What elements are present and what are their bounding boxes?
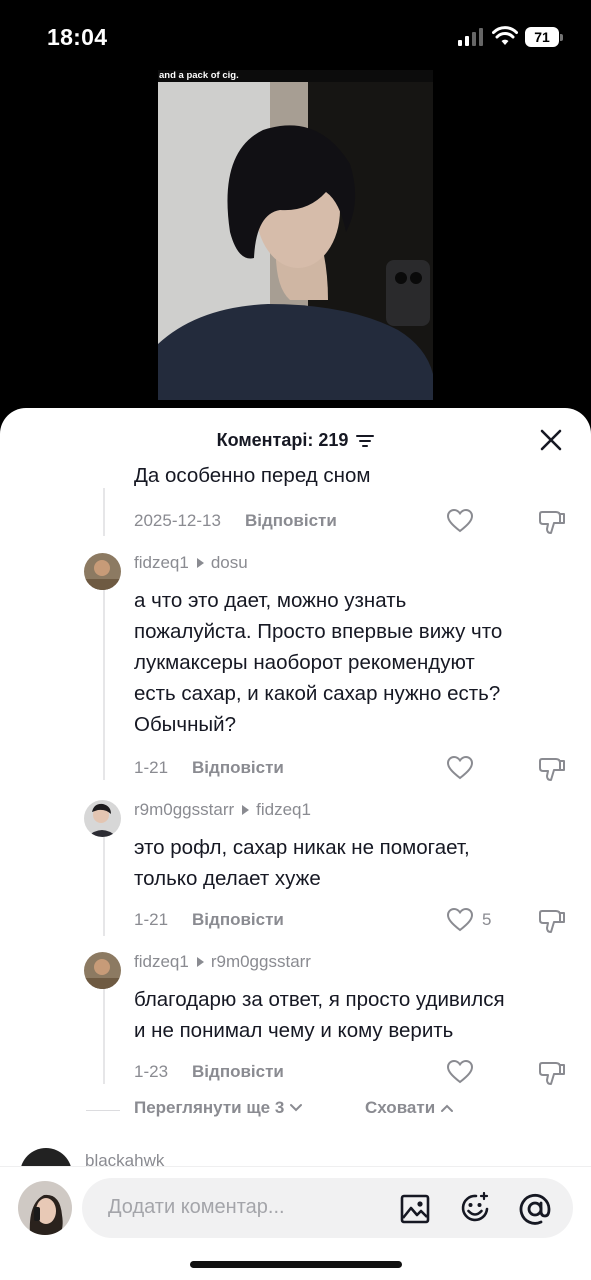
reply-arrow-icon (196, 558, 204, 568)
reply-to-name[interactable]: fidzeq1 (256, 800, 311, 820)
hide-replies-button[interactable]: Сховати (365, 1098, 454, 1118)
chevron-down-icon (290, 1104, 303, 1112)
video-player[interactable]: and a pack of cig. (158, 70, 433, 400)
comment-line: только делает хуже (134, 867, 321, 890)
reply-to-name[interactable]: dosu (211, 553, 248, 573)
comment-date: 1-23 (134, 1062, 169, 1081)
avatar[interactable] (84, 952, 121, 989)
like-button[interactable] (446, 1059, 474, 1085)
comments-header: Коментарі: 219 (0, 426, 591, 456)
comment-line: а что это дает, можно узнать (134, 589, 407, 612)
reply-arrow-icon (196, 957, 204, 967)
chevron-up-icon (441, 1104, 454, 1112)
comment-line: лукмаксеры наоборот рекомендуют (134, 651, 475, 674)
signal-icon (458, 28, 483, 46)
view-more-replies-button[interactable]: Переглянути ще 3 (134, 1098, 303, 1118)
comment-meta: 1-21 Відповісти (134, 758, 284, 778)
dislike-button[interactable] (538, 508, 566, 541)
heart-outline-icon (446, 1059, 474, 1084)
comment-line: Обычный? (134, 713, 237, 736)
heart-outline-icon (446, 907, 474, 932)
video-caption: and a pack of cig. (159, 70, 239, 81)
comment-text: Да особенно перед сном (134, 464, 371, 487)
avatar[interactable] (84, 553, 121, 590)
reply-button[interactable]: Відповісти (245, 511, 337, 531)
like-button[interactable]: 5 (446, 907, 491, 933)
comment-input-placeholder: Додати коментар... (108, 1196, 285, 1218)
reply-button[interactable]: Відповісти (192, 1062, 284, 1082)
comment-line: и не понимал чему и кому верить (134, 1019, 454, 1042)
like-button[interactable] (446, 508, 474, 539)
comment-meta: 1-23 Відповісти (134, 1062, 284, 1082)
reply-to-name[interactable]: r9m0ggsstarr (211, 952, 311, 972)
comment-text: благодарю за ответ, я просто удивился и … (134, 984, 579, 1046)
dislike-button[interactable] (538, 1059, 566, 1092)
at-icon[interactable] (518, 1192, 552, 1226)
battery-indicator: 71 (525, 27, 563, 47)
reply-arrow-icon (242, 805, 250, 815)
dislike-button[interactable] (538, 755, 566, 788)
comments-sheet: Коментарі: 219 Да особенно перед сном 20… (0, 408, 591, 1280)
view-more-label: Переглянути ще 3 (134, 1098, 285, 1117)
status-bar: 18:04 71 (0, 0, 591, 74)
home-indicator (190, 1261, 402, 1268)
status-time: 18:04 (47, 24, 108, 50)
dislike-button[interactable] (538, 907, 566, 940)
wifi-icon (492, 26, 518, 45)
comment-date: 2025-12-13 (134, 511, 221, 530)
comment-text: это рофл, сахар никак не помогает, тольк… (134, 832, 579, 894)
comment-meta: 2025-12-13 Відповісти (134, 511, 337, 531)
battery-tip (560, 34, 563, 41)
reply-item: fidzeq1 dosu а что это дает, можно узнат… (84, 553, 584, 783)
thumbs-down-icon (539, 758, 565, 781)
user-avatar[interactable] (18, 1181, 72, 1235)
like-count: 5 (482, 910, 492, 929)
comment-input[interactable]: Додати коментар... (82, 1178, 573, 1238)
reply-button[interactable]: Відповісти (192, 758, 284, 778)
author-name[interactable]: r9m0ggsstarr (134, 800, 234, 820)
comments-count: Коментарі: 219 (0, 430, 591, 451)
reply-item: fidzeq1 r9m0ggsstarr благодарю за ответ,… (84, 952, 584, 1085)
close-icon[interactable] (540, 429, 562, 451)
comment-line: это рофл, сахар никак не помогает, (134, 836, 470, 859)
image-icon[interactable] (400, 1194, 430, 1224)
comment-meta: 1-21 Відповісти (134, 910, 284, 930)
reply-item: r9m0ggsstarr fidzeq1 это рофл, сахар ник… (84, 800, 584, 933)
comment-line: пожалуйста. Просто впервые вижу что (134, 620, 503, 643)
reply-button[interactable]: Відповісти (192, 910, 284, 930)
comment-line: благодарю за ответ, я просто удивился (134, 988, 505, 1011)
heart-outline-icon (446, 755, 474, 780)
thumbs-down-icon (539, 1062, 565, 1085)
author-line: fidzeq1 r9m0ggsstarr (134, 952, 311, 972)
hide-label: Сховати (365, 1098, 436, 1117)
avatar[interactable] (84, 800, 121, 837)
author-name[interactable]: fidzeq1 (134, 952, 189, 972)
thumbs-down-icon (539, 511, 565, 534)
emoji-icon[interactable] (459, 1192, 491, 1224)
thread-controls: Переглянути ще 3 Сховати (0, 1098, 591, 1124)
comments-title: Коментарі: 219 (216, 430, 349, 450)
video-frame (158, 82, 433, 400)
comment-text: а что это дает, можно узнать пожалуйста.… (134, 585, 579, 740)
heart-outline-icon (446, 508, 474, 533)
thumbs-down-icon (539, 910, 565, 933)
comment-line: есть сахар, и какой сахар нужно есть? (134, 682, 501, 705)
like-button[interactable] (446, 755, 474, 781)
comment-date: 1-21 (134, 910, 169, 929)
sort-icon[interactable] (356, 434, 375, 448)
author-line: fidzeq1 dosu (134, 553, 248, 573)
divider (86, 1110, 120, 1111)
author-line: r9m0ggsstarr fidzeq1 (134, 800, 311, 820)
thread-line (103, 488, 105, 536)
comment-input-bar: Додати коментар... (0, 1166, 591, 1280)
comment-date: 1-21 (134, 758, 169, 777)
author-name[interactable]: fidzeq1 (134, 553, 189, 573)
battery-level: 71 (525, 27, 559, 47)
